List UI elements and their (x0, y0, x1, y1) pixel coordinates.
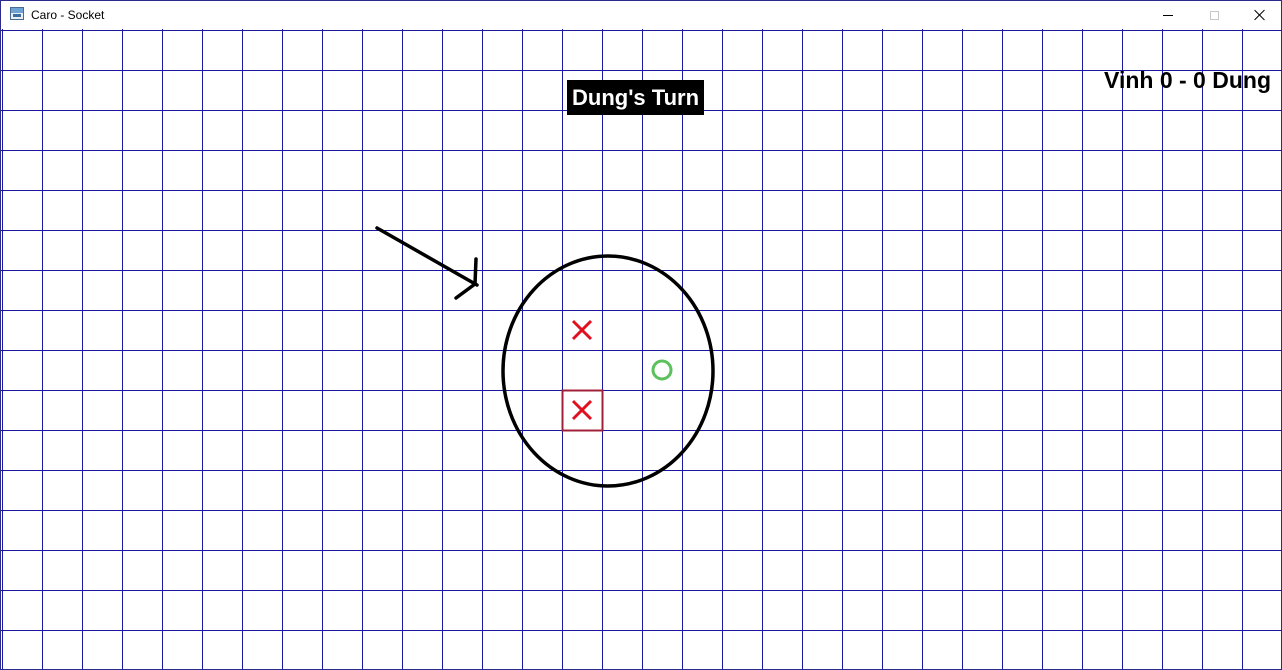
minimize-icon (1163, 14, 1173, 16)
turn-indicator: Dung's Turn (567, 80, 705, 115)
close-button[interactable] (1237, 1, 1282, 29)
arrow-annotation (375, 226, 479, 287)
app-window-icon (10, 7, 24, 20)
grid-lines (1, 29, 1282, 670)
x-mark (571, 319, 593, 341)
title-bar[interactable]: Caro - Socket (1, 1, 1281, 29)
caro-board[interactable]: Dung's Turn Vinh 0 - 0 Dung (1, 29, 1282, 670)
maximize-button (1191, 1, 1237, 29)
highlight-circle-annotation (501, 254, 715, 488)
board-marks (561, 319, 673, 432)
game-window: Caro - Socket Dung's Turn Vinh 0 - 0 Dun… (0, 0, 1282, 670)
annotations (375, 226, 715, 488)
o-mark (651, 359, 673, 381)
board-canvas[interactable] (1, 29, 1282, 670)
x-mark (561, 389, 604, 432)
minimize-button[interactable] (1145, 1, 1191, 29)
o-circle (651, 359, 673, 381)
maximize-icon (1209, 10, 1219, 20)
score-display: Vinh 0 - 0 Dung (1104, 67, 1271, 93)
window-title: Caro - Socket (31, 8, 105, 22)
close-icon (1254, 9, 1266, 21)
